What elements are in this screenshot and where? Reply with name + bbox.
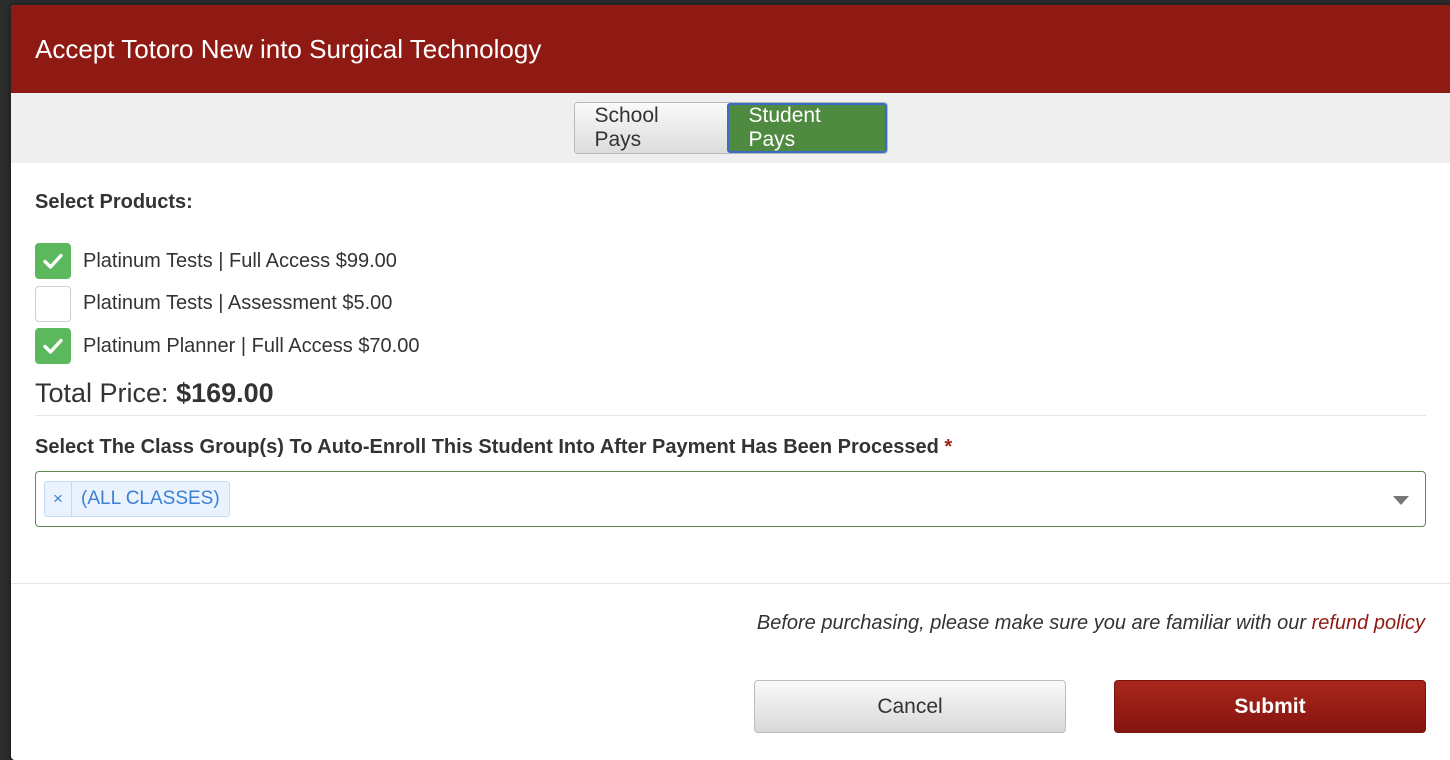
checkmark-icon: [43, 339, 63, 354]
product-checkbox-tests-full[interactable]: [35, 243, 71, 280]
modal-content: Select Products: Platinum Tests | Full A…: [11, 191, 1450, 527]
submit-button[interactable]: Submit: [1114, 680, 1426, 733]
tag-remove-icon[interactable]: ×: [45, 481, 72, 516]
modal-header: Accept Totoro New into Surgical Technolo…: [11, 5, 1450, 93]
product-checkbox-tests-assessment[interactable]: [35, 285, 71, 322]
refund-note: Before purchasing, please make sure you …: [757, 612, 1425, 635]
tag-text: (ALL CLASSES): [81, 487, 220, 509]
payment-toggle-bar: School Pays Student Pays: [11, 93, 1450, 163]
cancel-button[interactable]: Cancel: [754, 680, 1066, 733]
selected-tag: × (ALL CLASSES): [44, 480, 230, 517]
chevron-down-icon[interactable]: [1393, 495, 1409, 505]
select-products-heading: Select Products:: [35, 191, 193, 213]
modal-title: Accept Totoro New into Surgical Technolo…: [35, 33, 542, 64]
student-pays-button[interactable]: Student Pays: [726, 103, 887, 153]
class-group-label-text: Select The Class Group(s) To Auto-Enroll…: [35, 435, 939, 458]
total-price-value: $169.00: [176, 377, 274, 408]
school-pays-button[interactable]: School Pays: [574, 103, 727, 153]
class-group-label: Select The Class Group(s) To Auto-Enroll…: [35, 436, 1426, 459]
class-group-select[interactable]: × (ALL CLASSES): [35, 470, 1426, 527]
required-marker: *: [944, 435, 953, 458]
product-checkbox-planner-full[interactable]: [35, 328, 71, 365]
product-row[interactable]: Platinum Tests | Full Access $99.00: [35, 240, 1426, 283]
total-price: Total Price: $169.00: [35, 378, 1426, 416]
refund-policy-link[interactable]: refund policy: [1312, 612, 1425, 634]
product-row[interactable]: Platinum Planner | Full Access $70.00: [35, 325, 1426, 368]
product-label: Platinum Tests | Assessment $5.00: [83, 292, 393, 315]
product-label: Platinum Tests | Full Access $99.00: [83, 249, 397, 272]
payment-toggle-group: School Pays Student Pays: [573, 102, 888, 154]
accept-student-modal: Accept Totoro New into Surgical Technolo…: [11, 5, 1450, 760]
product-label: Platinum Planner | Full Access $70.00: [83, 334, 420, 357]
total-price-label: Total Price:: [35, 377, 169, 408]
refund-note-text: Before purchasing, please make sure you …: [756, 612, 1307, 634]
product-row[interactable]: Platinum Tests | Assessment $5.00: [35, 283, 1426, 326]
product-list: Platinum Tests | Full Access $99.00 Plat…: [35, 240, 1426, 368]
checkmark-icon: [43, 254, 63, 269]
modal-footer: Before purchasing, please make sure you …: [11, 583, 1450, 733]
